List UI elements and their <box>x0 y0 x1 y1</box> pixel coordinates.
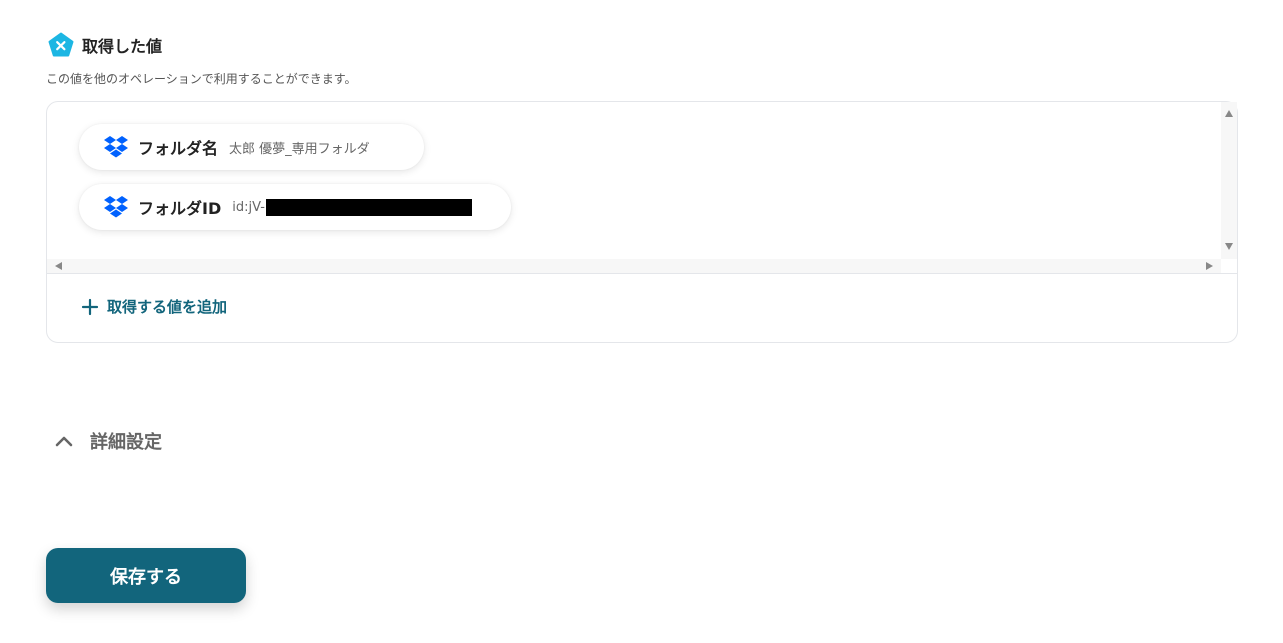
field-value: id:jV- <box>232 199 265 215</box>
section-header: 取得した値 <box>48 32 162 58</box>
scroll-right-arrow-icon[interactable] <box>1206 262 1213 270</box>
values-scroll-area: フォルダ名 太郎 優夢_専用フォルダ フォルダID id:jV- <box>47 102 1237 274</box>
value-chip-folder-id[interactable]: フォルダID id:jV- <box>79 184 511 230</box>
scroll-up-arrow-icon[interactable] <box>1225 110 1233 117</box>
add-value-label: 取得する値を追加 <box>107 298 228 316</box>
scroll-left-arrow-icon[interactable] <box>55 262 62 270</box>
yoom-pentagon-icon <box>48 32 74 57</box>
dropbox-icon <box>104 196 128 218</box>
page: 取得した値 この値を他のオペレーションで利用することができます。 フォルダ名 太… <box>0 0 1283 643</box>
redaction-bar <box>265 198 472 216</box>
advanced-settings-toggle[interactable]: 詳細設定 <box>54 428 162 454</box>
field-name: フォルダ名 <box>138 139 219 158</box>
horizontal-scrollbar[interactable] <box>47 259 1221 273</box>
acquired-values-panel: フォルダ名 太郎 優夢_専用フォルダ フォルダID id:jV- 取得する値を追… <box>46 101 1238 343</box>
field-value: 太郎 優夢_専用フォルダ <box>229 141 370 157</box>
section-title: 取得した値 <box>82 37 163 56</box>
plus-icon <box>81 298 99 315</box>
value-chip-folder-name[interactable]: フォルダ名 太郎 優夢_専用フォルダ <box>79 124 424 170</box>
field-name: フォルダID <box>138 199 222 218</box>
scroll-down-arrow-icon[interactable] <box>1225 243 1233 250</box>
add-value-button[interactable]: 取得する値を追加 <box>81 296 227 317</box>
dropbox-icon <box>104 136 128 158</box>
chevron-up-icon <box>55 436 73 447</box>
advanced-settings-label: 詳細設定 <box>90 432 162 453</box>
section-description: この値を他のオペレーションで利用することができます。 <box>46 72 357 86</box>
save-button[interactable]: 保存する <box>46 548 246 603</box>
vertical-scrollbar[interactable] <box>1221 102 1237 259</box>
